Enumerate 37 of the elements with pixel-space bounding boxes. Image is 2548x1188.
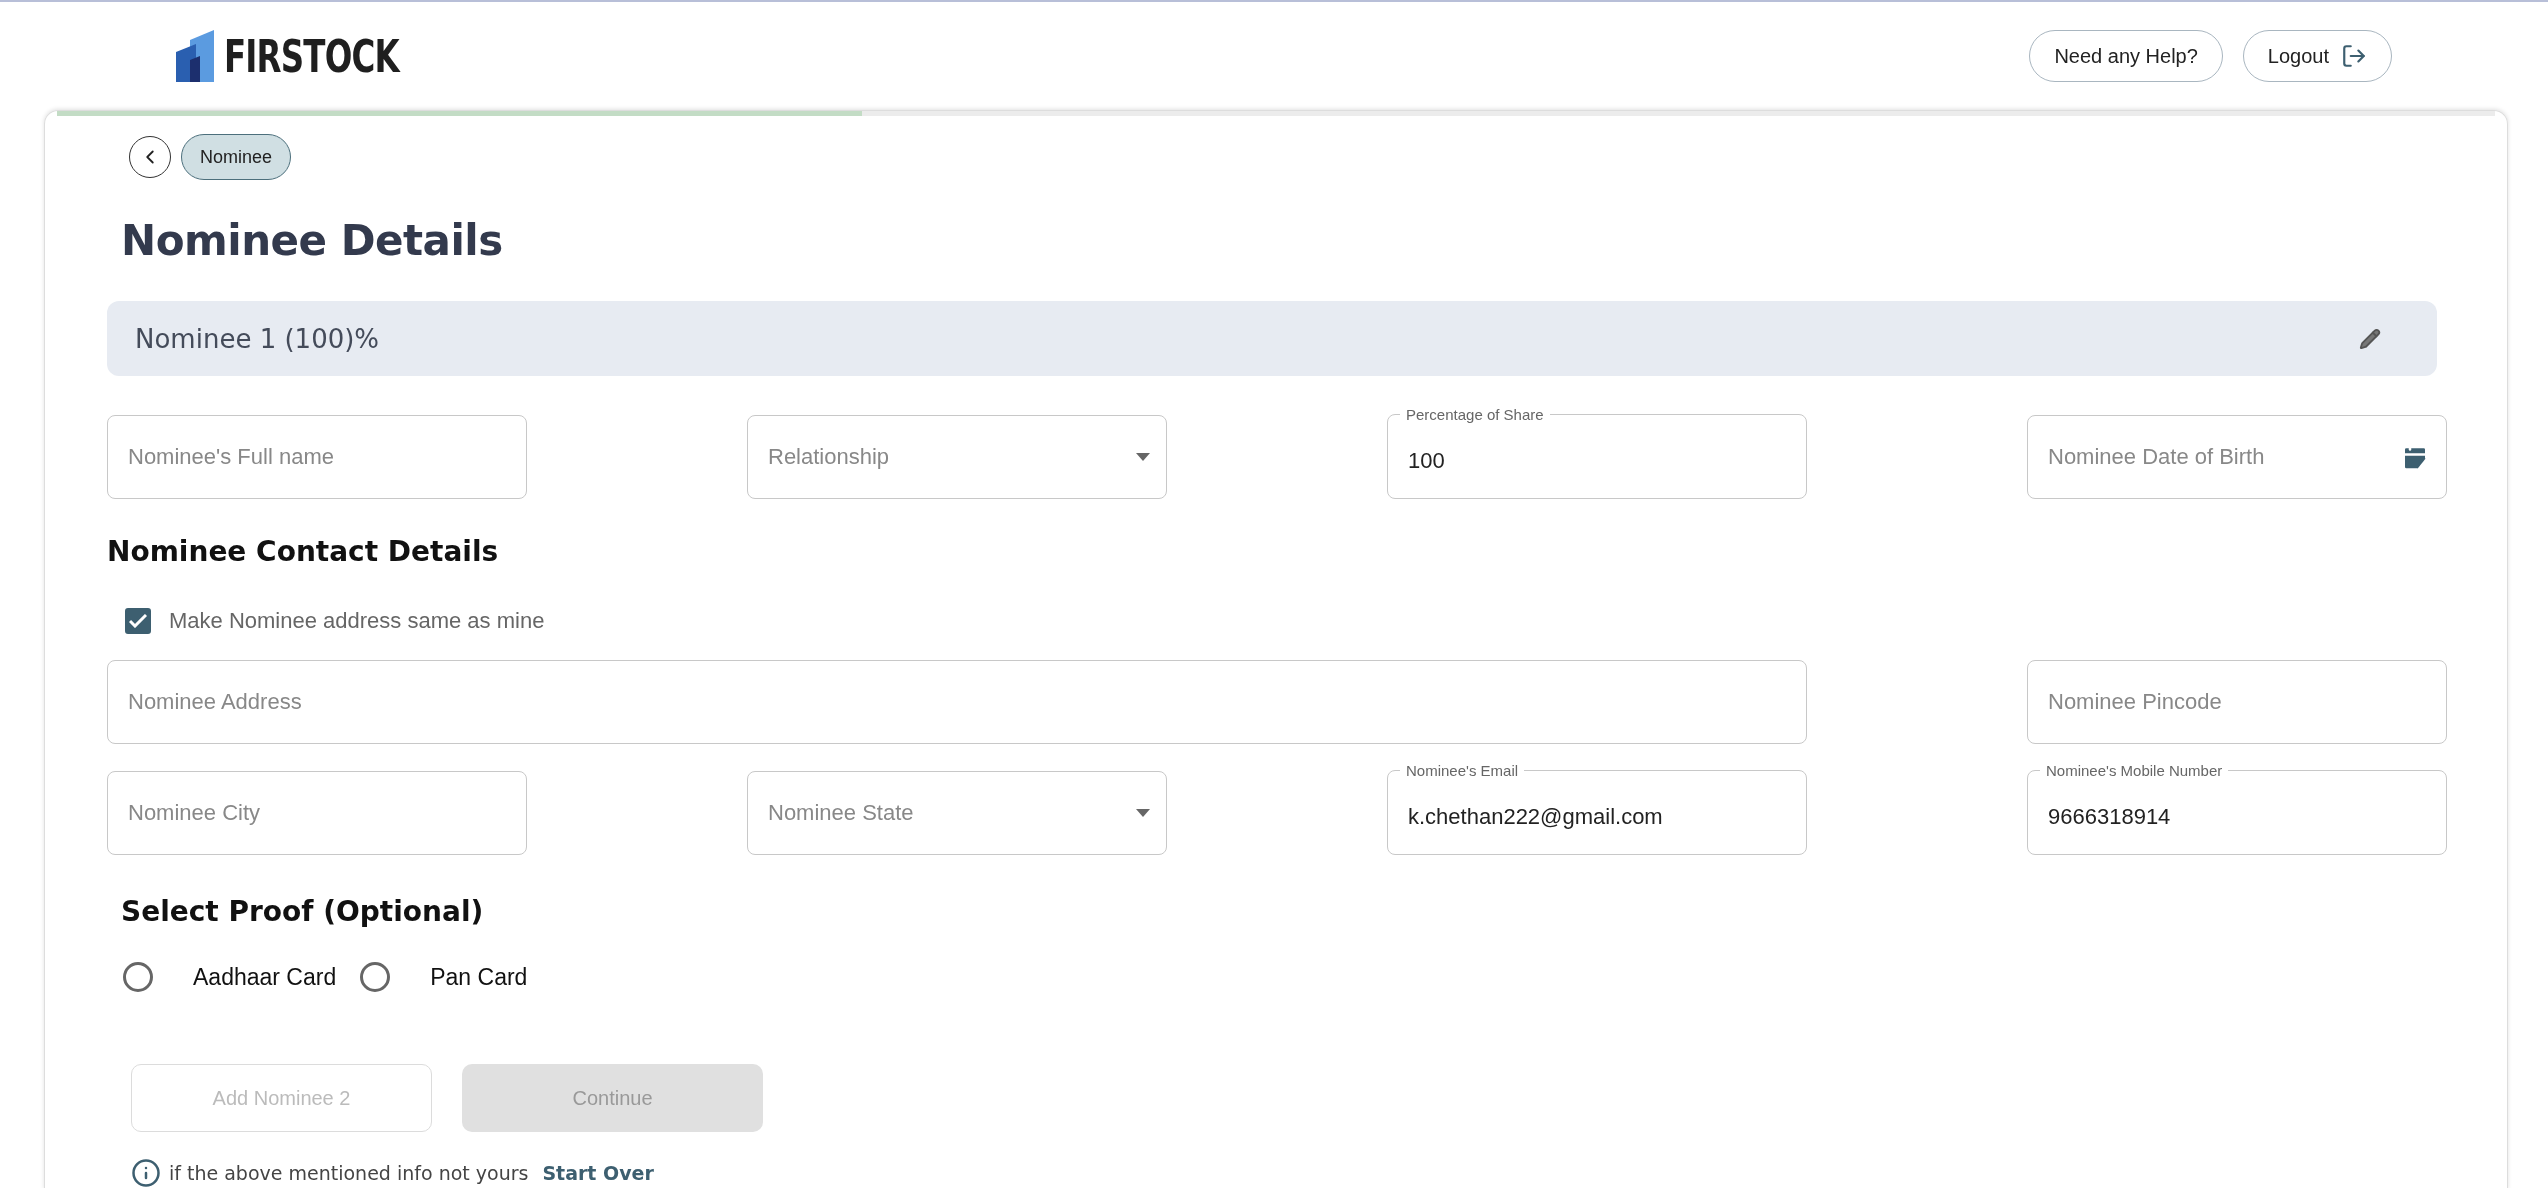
date-field[interactable]: Nominee Date of Birth	[2027, 415, 2447, 499]
edit-icon[interactable]	[2359, 327, 2381, 350]
dropdown-caret-icon[interactable]	[1136, 453, 1150, 461]
radio-button[interactable]	[123, 962, 153, 992]
section-heading: Nominee Contact Details	[107, 535, 500, 568]
page-title: Nominee Details	[121, 216, 504, 265]
input-field[interactable]: Nominee's Mobile Number 9666318914	[2027, 762, 2447, 855]
section-heading: Select Proof (Optional)	[121, 895, 485, 928]
dropdown-caret-icon[interactable]	[1136, 809, 1150, 817]
field-label: Nominee's Email	[1405, 762, 1520, 779]
select-field[interactable]: Nominee State	[747, 771, 1167, 855]
nominee-heading: Nominee 1 (100)%	[135, 323, 380, 354]
radio-label: Pan Card	[430, 963, 528, 991]
select-field[interactable]: Relationship	[747, 415, 1167, 499]
input-field[interactable]: Nominee's Full name	[107, 415, 527, 499]
input-field[interactable]: Percentage of Share 100	[1387, 406, 1807, 499]
field-label: Percentage of Share	[1405, 406, 1545, 423]
radio-label: Aadhaar Card	[193, 963, 337, 991]
logo-icon	[176, 30, 214, 82]
info-text: if the above mentioned info not yours	[169, 1162, 529, 1184]
checkbox-label: Make Nominee address same as mine	[169, 608, 545, 634]
input-field[interactable]: Nominee's Email k.chethan222@gmail.com	[1387, 762, 1807, 855]
field-label: Nominee's Mobile Number	[2045, 762, 2224, 779]
input-field[interactable]: Nominee Address	[107, 660, 1807, 744]
back-button[interactable]	[129, 136, 171, 178]
checkmark-icon	[129, 614, 147, 628]
breadcrumb-chip[interactable]: Nominee	[181, 134, 292, 180]
logout-icon	[2341, 43, 2367, 69]
radio-button[interactable]	[360, 962, 391, 992]
input-field[interactable]: Nominee City	[107, 771, 527, 855]
checkbox[interactable]	[125, 608, 151, 634]
input-field[interactable]: Nominee Pincode	[2027, 660, 2447, 744]
info-icon	[131, 1158, 161, 1188]
logout-button[interactable]: Logout	[2242, 30, 2392, 82]
logo-text: FIRSTOCK	[224, 30, 399, 82]
help-button[interactable]: Need any Help?	[2029, 30, 2223, 82]
start-over-link[interactable]: Start Over	[542, 1162, 654, 1184]
